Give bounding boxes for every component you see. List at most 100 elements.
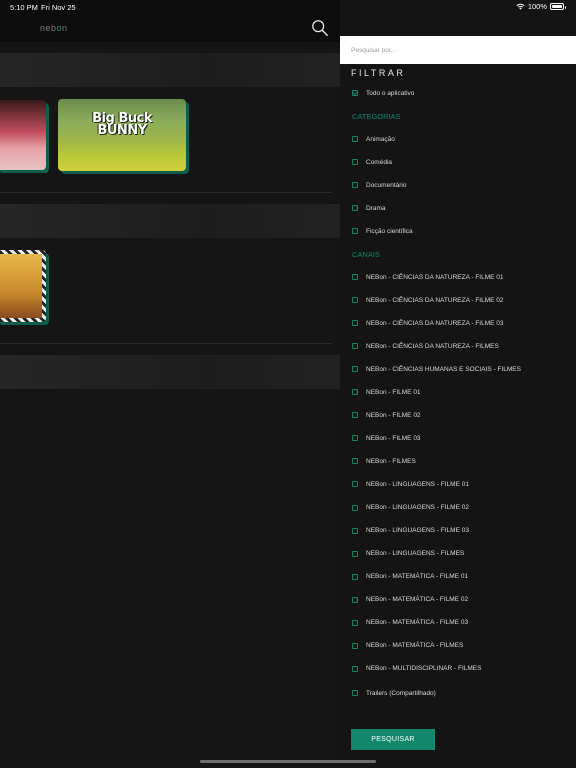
filter-option-label: NEBon - MATEMÁTICA - FILME 01 xyxy=(366,573,469,581)
filter-option-label: NEBon - FILME 01 xyxy=(366,388,421,396)
checkbox[interactable] xyxy=(352,159,358,166)
movie-card[interactable] xyxy=(0,100,46,170)
filter-option-label: NEBon - CIÊNCIAS DA NATUREZA - FILMES xyxy=(366,342,499,350)
checkbox[interactable] xyxy=(352,412,358,419)
movie-card-title: Big Buck BUNNY xyxy=(92,111,152,138)
category-option[interactable]: Documentário xyxy=(352,180,406,190)
channel-option[interactable]: NEBon - FILME 03 xyxy=(352,433,421,443)
checkbox[interactable] xyxy=(352,366,358,373)
category-option[interactable]: Drama xyxy=(352,203,386,213)
channel-option[interactable]: NEBon - CIÊNCIAS DA NATUREZA - FILME 02 xyxy=(352,295,504,305)
checkbox[interactable] xyxy=(352,573,358,580)
filter-option-label: Comédia xyxy=(366,158,393,166)
channel-option[interactable]: Trailers (Compartilhado) xyxy=(352,688,436,698)
status-right: 100% xyxy=(516,2,566,11)
checkbox[interactable] xyxy=(352,504,358,511)
checkbox[interactable] xyxy=(352,136,358,142)
filter-option-label: Drama xyxy=(366,204,386,212)
divider xyxy=(0,343,332,344)
search-submit-button[interactable]: PESQUISAR xyxy=(351,729,435,750)
filter-option-label: NEBon - CIÊNCIAS DA NATUREZA - FILME 02 xyxy=(366,296,504,304)
checkbox[interactable] xyxy=(352,343,358,350)
movie-card-big-buck-bunny[interactable]: Big Buck BUNNY xyxy=(58,99,186,171)
filter-title: FILTRAR xyxy=(351,68,406,78)
channel-option[interactable]: NEBon - MULTIDISCIPLINAR - FILMES xyxy=(352,664,481,674)
channel-option[interactable]: NEBon - LINGUAGENS - FILME 02 xyxy=(352,503,469,513)
category-option[interactable]: Ficção científica xyxy=(352,226,413,236)
home-indicator[interactable] xyxy=(200,760,376,763)
filter-option-label: Todo o aplicativo xyxy=(366,89,415,97)
filter-option-label: Documentário xyxy=(366,181,407,189)
checkbox[interactable] xyxy=(352,596,358,603)
movie-card[interactable] xyxy=(0,250,46,322)
carousel-header-3 xyxy=(0,355,340,389)
channel-option[interactable]: NEBon - MATEMÁTICA - FILME 02 xyxy=(352,595,468,605)
checkbox[interactable] xyxy=(352,435,358,442)
checkbox[interactable] xyxy=(352,550,358,557)
filter-option-label: NEBon - CIÊNCIAS HUMANAS E SOCIAIS - FIL… xyxy=(366,365,521,373)
channels-heading: CANAIS xyxy=(352,250,380,259)
checkbox[interactable] xyxy=(352,458,358,465)
category-option[interactable]: Comédia xyxy=(352,157,392,167)
nebon-logo[interactable]: nebon xyxy=(40,23,68,33)
search-icon[interactable] xyxy=(311,19,329,37)
search-input[interactable] xyxy=(340,36,576,64)
filter-option-label: NEBon - MATEMÁTICA - FILME 02 xyxy=(366,596,469,604)
carousel-header-1 xyxy=(0,53,340,87)
filter-option-label: Trailers (Compartilhado) xyxy=(366,689,436,697)
filter-option-label: NEBon - MATEMÁTICA - FILMES xyxy=(366,642,464,650)
filter-option-label: NEBon - MATEMÁTICA - FILME 03 xyxy=(366,619,469,627)
checkbox[interactable] xyxy=(352,642,358,649)
checkbox[interactable] xyxy=(352,527,358,534)
status-date: Fri Nov 25 xyxy=(41,3,76,12)
channel-option[interactable]: NEBon - MATEMÁTICA - FILMES xyxy=(352,641,463,651)
channel-option[interactable]: NEBon - CIÊNCIAS DA NATUREZA - FILMES xyxy=(352,341,499,351)
channel-option[interactable]: NEBon - FILMES xyxy=(352,456,416,466)
channel-option[interactable]: NEBon - FILME 01 xyxy=(352,387,421,397)
checkbox[interactable] xyxy=(352,205,358,212)
status-bar: 5:10 PM Fri Nov 25 100% xyxy=(0,0,576,14)
status-time: 5:10 PM xyxy=(10,3,38,12)
channel-option[interactable]: NEBon - FILME 02 xyxy=(352,410,421,420)
filter-option-label: NEBon - LINGUAGENS - FILME 03 xyxy=(366,527,469,535)
categories-heading: CATEGORIAS xyxy=(352,112,401,121)
channel-option[interactable]: NEBon - CIÊNCIAS DA NATUREZA - FILME 01 xyxy=(352,272,504,282)
filter-option-all-app[interactable]: Todo o aplicativo xyxy=(352,88,414,98)
filter-option-label: Ficção científica xyxy=(366,227,413,235)
filter-option-label: Animação xyxy=(366,135,395,143)
channel-option[interactable]: NEBon - LINGUAGENS - FILME 03 xyxy=(352,526,469,536)
wifi-icon xyxy=(516,3,525,10)
filter-option-label: NEBon - CIÊNCIAS DA NATUREZA - FILME 03 xyxy=(366,319,504,327)
checkbox[interactable] xyxy=(352,182,358,189)
checkbox[interactable] xyxy=(352,274,358,280)
checkbox[interactable] xyxy=(352,690,358,696)
channel-option[interactable]: NEBon - LINGUAGENS - FILME 01 xyxy=(352,479,469,489)
channel-option[interactable]: NEBon - MATEMÁTICA - FILME 01 xyxy=(352,572,468,582)
checkbox-checked[interactable] xyxy=(352,90,358,96)
carousel-header-2 xyxy=(0,204,340,238)
channel-option[interactable]: NEBon - CIÊNCIAS HUMANAS E SOCIAIS - FIL… xyxy=(352,364,521,374)
channel-option[interactable]: NEBon - CIÊNCIAS DA NATUREZA - FILME 03 xyxy=(352,318,504,328)
checkbox[interactable] xyxy=(352,228,358,235)
checkbox[interactable] xyxy=(352,389,358,396)
filter-option-label: NEBon - MULTIDISCIPLINAR - FILMES xyxy=(366,665,482,673)
movie-poster xyxy=(0,254,42,318)
checkbox[interactable] xyxy=(352,320,358,327)
channel-option[interactable]: NEBon - MATEMÁTICA - FILME 03 xyxy=(352,618,468,628)
battery-icon xyxy=(550,3,566,10)
filter-option-label: NEBon - FILMES xyxy=(366,457,416,465)
filter-option-label: NEBon - FILME 03 xyxy=(366,434,421,442)
channel-option[interactable]: NEBon - LINGUAGENS - FILMES xyxy=(352,549,464,559)
filter-option-label: NEBon - FILME 02 xyxy=(366,411,421,419)
app-content: nebon Big Buck BUNNY xyxy=(0,0,340,768)
filter-option-label: NEBon - LINGUAGENS - FILME 01 xyxy=(366,480,469,488)
checkbox[interactable] xyxy=(352,665,358,672)
checkbox[interactable] xyxy=(352,297,358,304)
category-option[interactable]: Animação xyxy=(352,134,395,144)
filter-option-label: NEBon - LINGUAGENS - FILME 02 xyxy=(366,504,469,511)
battery-percent: 100% xyxy=(527,2,547,11)
checkbox[interactable] xyxy=(352,481,358,488)
filter-option-label: NEBon - CIÊNCIAS DA NATUREZA - FILME 01 xyxy=(366,273,504,281)
checkbox[interactable] xyxy=(352,619,358,626)
filter-option-label: NEBon - LINGUAGENS - FILMES xyxy=(366,550,465,558)
